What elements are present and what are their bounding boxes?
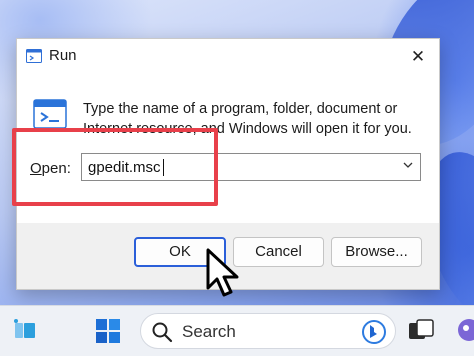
mouse-pointer-icon [206,248,240,303]
task-view-icon[interactable] [408,319,434,348]
cancel-button[interactable]: Cancel [233,237,324,267]
run-icon [26,49,42,68]
taskbar-search-box[interactable]: Search [140,313,396,349]
dialog-titlebar: Run ✕ [17,39,439,73]
close-button[interactable]: ✕ [405,45,431,69]
browse-button[interactable]: Browse... [331,237,422,267]
chevron-down-icon[interactable] [402,159,414,174]
search-icon [151,321,173,348]
chat-icon[interactable] [456,318,474,349]
bing-icon[interactable] [361,319,387,350]
dialog-title: Run [49,47,77,64]
close-icon: ✕ [410,47,426,66]
highlight-box [12,128,218,206]
widgets-icon[interactable] [12,318,38,349]
start-icon[interactable] [95,318,121,349]
taskbar: Search [0,305,474,356]
search-placeholder: Search [182,322,236,341]
